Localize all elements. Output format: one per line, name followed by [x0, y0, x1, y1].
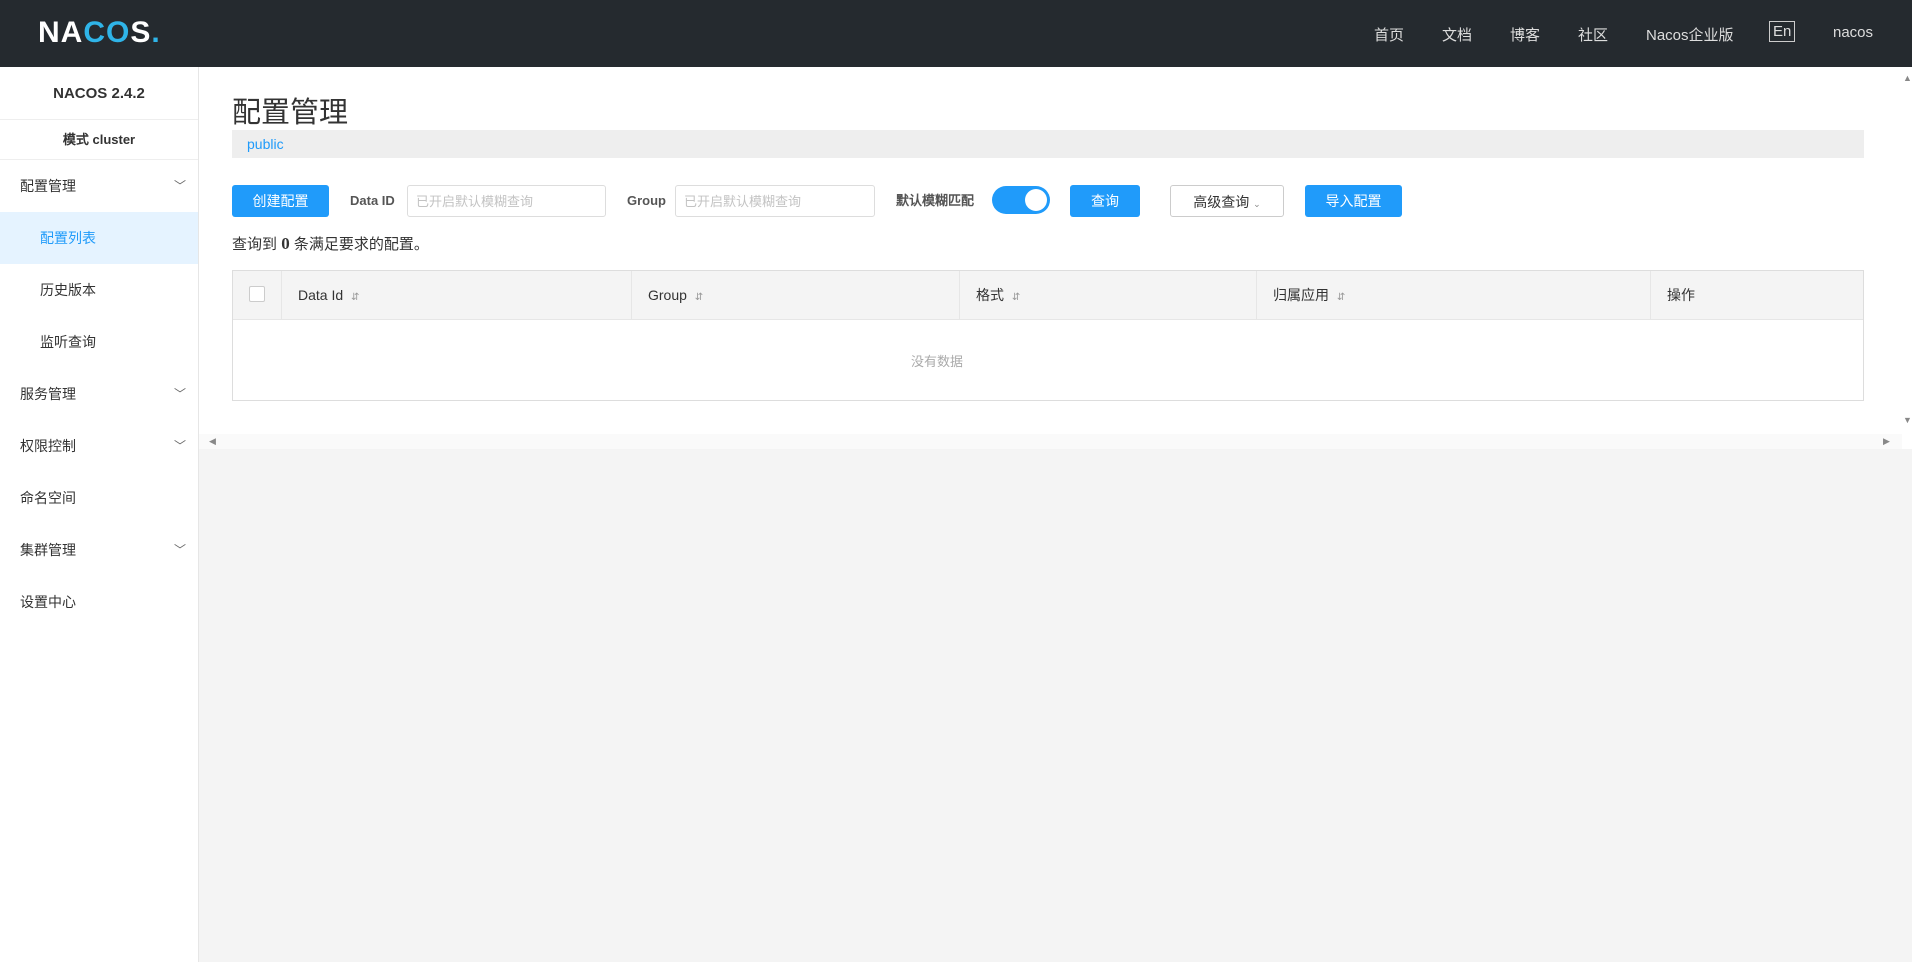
sidebar-item-4[interactable]: 服务管理 ﹀: [0, 368, 198, 420]
sidebar-item-label: 历史版本: [40, 282, 96, 298]
nav-blog[interactable]: 博客: [1510, 24, 1540, 45]
dataid-label: Data ID: [350, 193, 395, 208]
dataid-input[interactable]: [407, 185, 606, 217]
top-header: NACOS. 首页 文档 博客 社区 Nacos企业版 En nacos: [0, 0, 1912, 67]
fuzzy-label: 默认模糊匹配: [896, 193, 975, 208]
import-config-button[interactable]: 导入配置: [1305, 185, 1402, 217]
sort-icon[interactable]: ⇵: [351, 292, 359, 303]
select-all-cell: [233, 271, 282, 320]
sidebar-item-label: 配置列表: [40, 230, 96, 246]
sidebar-item-2[interactable]: 历史版本: [0, 264, 198, 316]
sidebar-item-label: 设置中心: [20, 594, 76, 610]
main-content: 配置管理 public 创建配置 Data ID Group 默认模糊匹配 查询…: [199, 67, 1912, 449]
sidebar-item-label: 配置管理: [20, 178, 76, 194]
col-group[interactable]: Group ⇵: [632, 271, 960, 320]
sidebar-item-3[interactable]: 监听查询: [0, 316, 198, 368]
sidebar-item-label: 命名空间: [20, 490, 76, 506]
select-all-checkbox[interactable]: [249, 286, 265, 302]
sidebar-item-0[interactable]: 配置管理 ﹀: [0, 160, 198, 212]
nav-docs[interactable]: 文档: [1442, 24, 1472, 45]
result-count: 查询到 0 条满足要求的配置。: [232, 234, 429, 253]
col-dataid[interactable]: Data Id ⇵: [282, 271, 632, 320]
vertical-scrollbar[interactable]: ▲ ▼: [1902, 67, 1912, 434]
group-input[interactable]: [675, 185, 875, 217]
horizontal-scrollbar[interactable]: ◀ ▶: [199, 434, 1902, 449]
sidebar-item-label: 监听查询: [40, 334, 96, 350]
col-format[interactable]: 格式 ⇵: [960, 271, 1257, 320]
empty-message: 没有数据: [910, 354, 963, 369]
advanced-query-button[interactable]: 高级查询 ⌄: [1170, 185, 1284, 217]
sidebar-item-7[interactable]: 集群管理 ﹀: [0, 524, 198, 576]
language-toggle[interactable]: En: [1769, 21, 1796, 42]
chevron-down-icon: ⌄: [1253, 199, 1261, 209]
sidebar-item-8[interactable]: 设置中心: [0, 576, 198, 628]
sort-icon[interactable]: ⇵: [695, 292, 703, 303]
sidebar: NACOS 2.4.2 模式 cluster 配置管理 ﹀ 配置列表历史版本监听查询…: [0, 67, 199, 962]
page-title: 配置管理: [232, 97, 349, 129]
namespace-bar: public: [232, 130, 1864, 158]
nav-community[interactable]: 社区: [1578, 24, 1608, 45]
sidebar-item-label: 集群管理: [20, 542, 76, 558]
chevron-down-icon: ﹀: [173, 439, 186, 453]
group-label: Group: [627, 193, 666, 208]
sort-icon[interactable]: ⇵: [1337, 292, 1345, 303]
namespace-public[interactable]: public: [247, 136, 284, 152]
config-table: Data Id ⇵ Group ⇵ 格式 ⇵ 归属应用 ⇵ 操作 没有数据: [232, 270, 1864, 401]
sidebar-item-5[interactable]: 权限控制 ﹀: [0, 420, 198, 472]
sidebar-item-1[interactable]: 配置列表: [0, 212, 198, 264]
query-button[interactable]: 查询: [1070, 185, 1140, 217]
sidebar-item-label: 服务管理: [20, 386, 76, 402]
create-config-button[interactable]: 创建配置: [232, 185, 329, 217]
sidebar-item-6[interactable]: 命名空间: [0, 472, 198, 524]
chevron-down-icon: ﹀: [173, 543, 186, 557]
chevron-down-icon: ﹀: [173, 387, 186, 401]
fuzzy-toggle[interactable]: [992, 186, 1050, 214]
col-actions: 操作: [1651, 271, 1863, 320]
nav-enterprise[interactable]: Nacos企业版: [1646, 24, 1734, 45]
advanced-query-label: 高级查询: [1193, 194, 1250, 210]
sort-icon[interactable]: ⇵: [1012, 292, 1020, 303]
version-label: NACOS 2.4.2: [0, 67, 198, 120]
chevron-down-icon: ﹀: [173, 179, 186, 193]
sidebar-item-label: 权限控制: [20, 438, 76, 454]
col-app[interactable]: 归属应用 ⇵: [1257, 271, 1651, 320]
mode-label: 模式 cluster: [0, 120, 198, 160]
nav-home[interactable]: 首页: [1374, 24, 1404, 45]
nacos-logo[interactable]: NACOS.: [38, 16, 161, 50]
user-menu[interactable]: nacos: [1833, 24, 1873, 41]
